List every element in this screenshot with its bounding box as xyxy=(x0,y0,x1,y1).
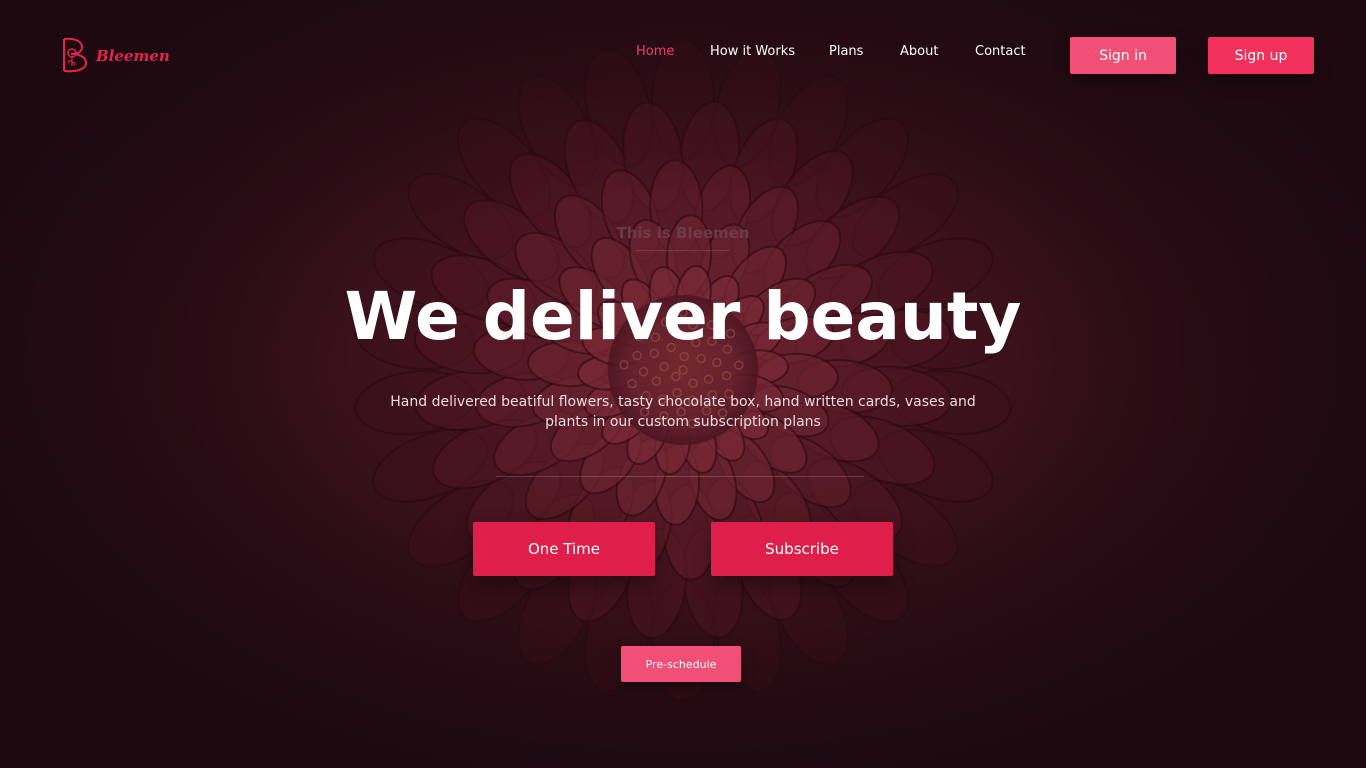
nav-item-about[interactable]: About xyxy=(900,44,938,59)
brand-name: Bleemen xyxy=(96,47,170,65)
nav-item-plans[interactable]: Plans xyxy=(829,44,863,59)
hero-subtitle: Hand delivered beatiful flowers, tasty c… xyxy=(390,394,976,430)
hero-headline: We deliver beauty xyxy=(344,278,1022,355)
hero-eyebrow: This is Bleemen xyxy=(616,224,750,242)
rose-b-logo-icon xyxy=(63,37,88,73)
nav-item-how-it-works[interactable]: How it Works xyxy=(710,44,795,59)
brand-logo[interactable]: Bleemen xyxy=(60,36,170,74)
sign-up-button[interactable]: Sign up xyxy=(1208,37,1314,74)
subscribe-button[interactable]: Subscribe xyxy=(711,522,893,576)
hero-divider xyxy=(496,476,864,477)
pre-schedule-button[interactable]: Pre-schedule xyxy=(621,646,741,682)
nav-item-home[interactable]: Home xyxy=(636,44,674,59)
nav-item-contact[interactable]: Contact xyxy=(975,44,1026,59)
eyebrow-underline xyxy=(636,250,730,251)
sign-in-button[interactable]: Sign in xyxy=(1070,37,1176,74)
hero-section: Bleemen Home How it Works Plans About Co… xyxy=(0,0,1366,768)
one-time-button[interactable]: One Time xyxy=(473,522,655,576)
